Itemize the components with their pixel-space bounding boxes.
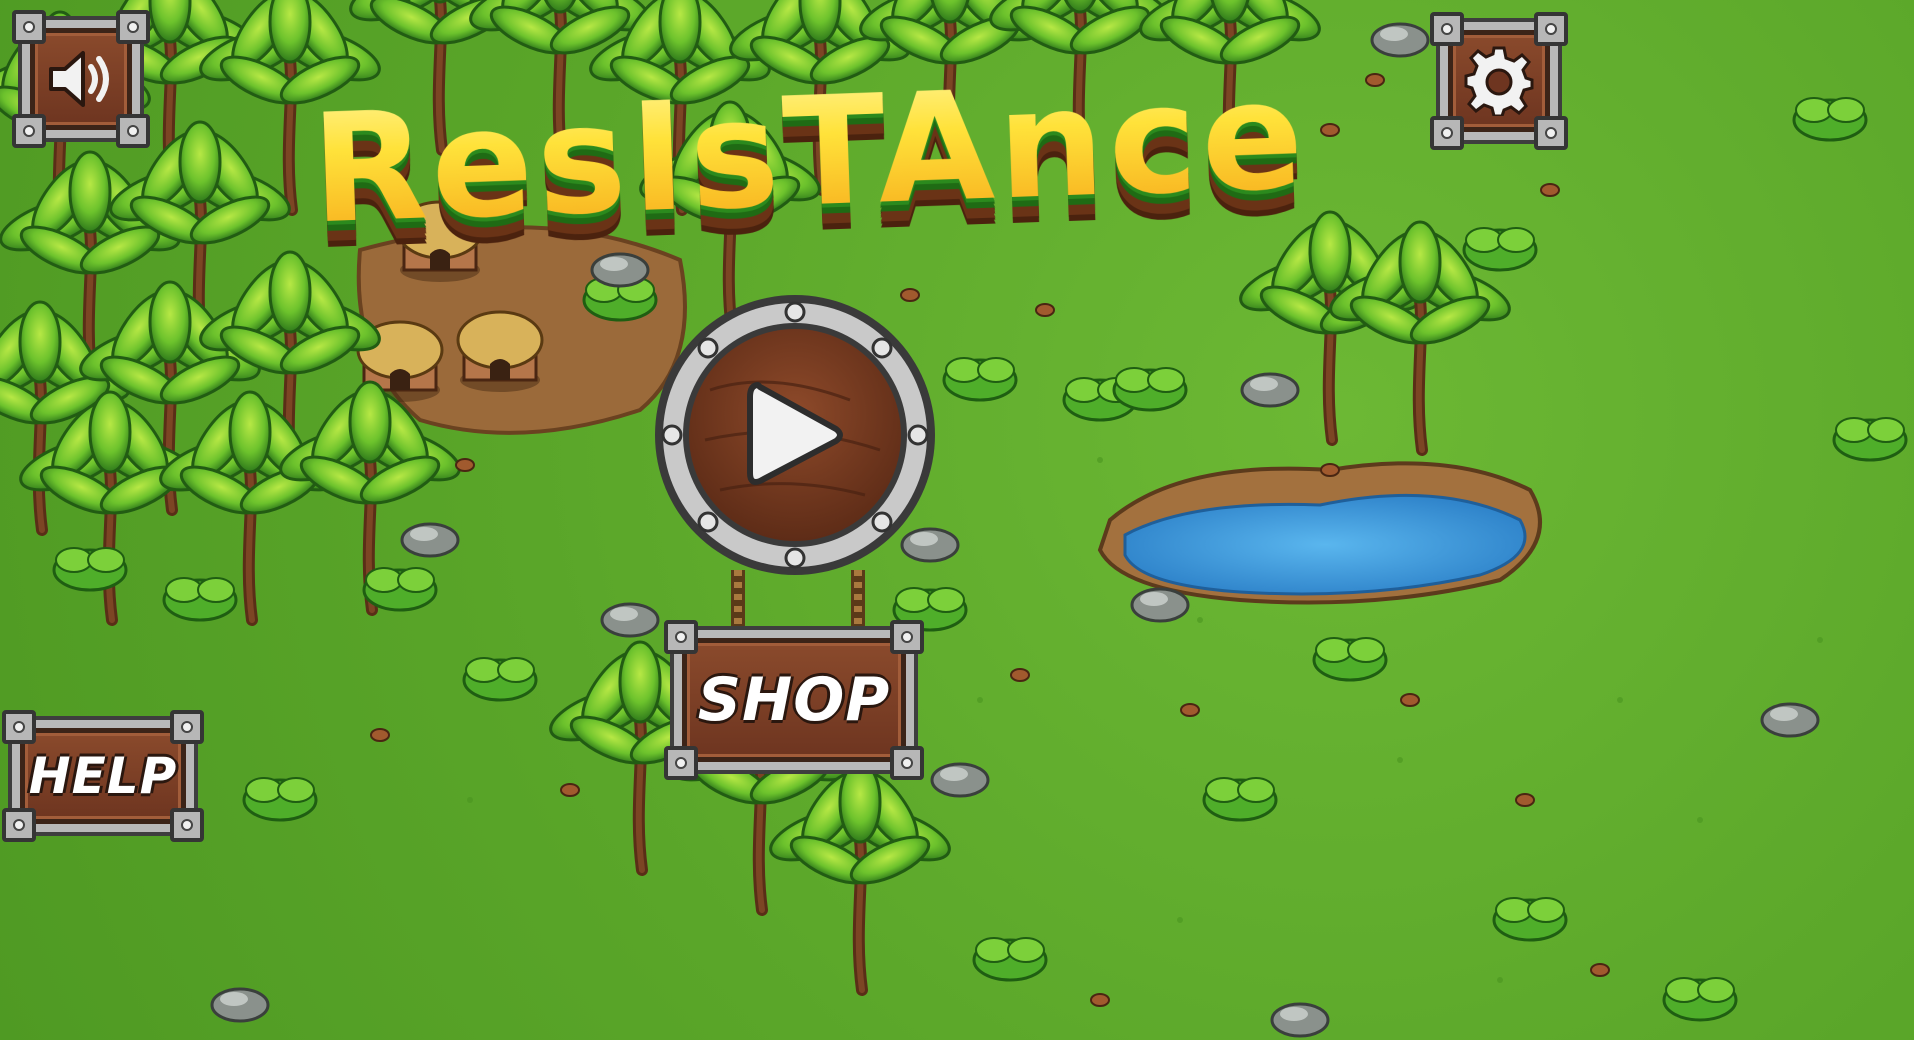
sound-button[interactable]	[12, 10, 150, 148]
game-title: ResIsTAnce	[296, 40, 1323, 305]
corner-plate	[116, 10, 150, 44]
corner-plate	[170, 710, 204, 744]
corner-plate	[664, 746, 698, 780]
corner-plate	[890, 746, 924, 780]
corner-plate	[1430, 116, 1464, 150]
speaker-icon	[49, 51, 109, 107]
game-main-menu: ResIsTAnce HELP SHOP	[0, 0, 1914, 1040]
corner-plate	[170, 808, 204, 842]
corner-plate	[1534, 116, 1568, 150]
corner-plate	[1430, 12, 1464, 46]
corner-plate	[2, 808, 36, 842]
shop-button-label: SHOP	[697, 665, 891, 735]
help-button-label: HELP	[28, 747, 178, 805]
play-button[interactable]	[650, 290, 940, 580]
corner-plate	[2, 710, 36, 744]
help-button[interactable]: HELP	[2, 710, 204, 842]
title-text: ResIsTAnce	[296, 40, 1322, 265]
settings-button[interactable]	[1430, 12, 1568, 150]
corner-plate	[664, 620, 698, 654]
corner-plate	[12, 10, 46, 44]
corner-plate	[12, 114, 46, 148]
gear-icon	[1464, 46, 1534, 116]
corner-plate	[1534, 12, 1568, 46]
corner-plate	[890, 620, 924, 654]
play-icon	[747, 382, 843, 485]
shop-button[interactable]: SHOP	[664, 620, 924, 780]
corner-plate	[116, 114, 150, 148]
